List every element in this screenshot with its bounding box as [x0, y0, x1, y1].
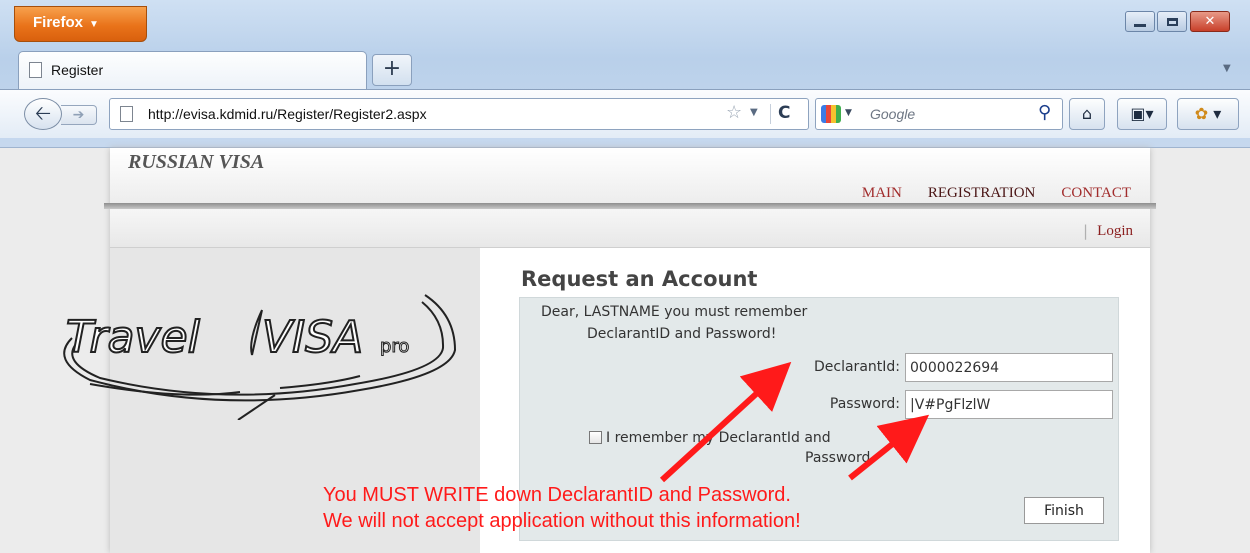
- page-icon: [29, 62, 42, 78]
- nav-registration[interactable]: REGISTRATION: [928, 185, 1036, 201]
- logo-visa-text: VISA: [262, 312, 363, 363]
- remember-label-line2: Password.: [805, 450, 875, 466]
- home-icon: ⌂: [1081, 104, 1093, 123]
- url-divider: [770, 104, 771, 124]
- navigation-toolbar: ➔ 🡠 http://evisa.kdmid.ru/Register/Regis…: [0, 89, 1250, 138]
- remember-label-line1: I remember my DeclarantId and: [606, 430, 831, 446]
- form-message-line2: DeclarantID and Password!: [587, 326, 777, 342]
- forward-arrow-icon: ➔: [72, 107, 85, 123]
- page-icon: [120, 106, 133, 122]
- google-icon[interactable]: [821, 105, 841, 123]
- chevron-down-icon[interactable]: ▼: [845, 108, 852, 118]
- remember-checkbox[interactable]: [589, 431, 602, 444]
- minimize-button[interactable]: [1125, 11, 1155, 32]
- addon-icon: ✿: [1194, 104, 1209, 123]
- close-icon: ✕: [1204, 14, 1216, 29]
- back-button[interactable]: 🡠: [24, 98, 62, 130]
- tab-list-icon[interactable]: ▼: [1223, 63, 1231, 74]
- search-icon[interactable]: ⚲: [1038, 102, 1051, 123]
- tab-title: Register: [51, 62, 104, 78]
- minimize-icon: [1134, 23, 1146, 27]
- url-text[interactable]: http://evisa.kdmid.ru/Register/Register2…: [148, 106, 427, 122]
- site-title: RUSSIAN VISA: [128, 151, 265, 173]
- maximize-button[interactable]: [1157, 11, 1187, 32]
- bookmarks-button[interactable]: ▣▾: [1117, 98, 1167, 130]
- back-arrow-icon: 🡠: [34, 101, 52, 125]
- declarant-id-label: DeclarantId:: [814, 359, 900, 375]
- new-tab-button[interactable]: +: [372, 54, 412, 86]
- star-icon[interactable]: ☆: [726, 102, 742, 123]
- password-label: Password:: [829, 396, 900, 412]
- url-bar[interactable]: http://evisa.kdmid.ru/Register/Register2…: [109, 98, 809, 130]
- form-message-line1: Dear, LASTNAME you must remember: [541, 304, 808, 320]
- chevron-down-icon[interactable]: ▼: [750, 107, 758, 118]
- search-bar[interactable]: ▼ Google ⚲: [815, 98, 1063, 130]
- firefox-menu-button[interactable]: Firefox ▼: [14, 6, 147, 42]
- site-header: RUSSIAN VISA MAIN REGISTRATION CONTACT: [110, 148, 1150, 203]
- back-forward-group: ➔ 🡠: [24, 98, 104, 130]
- close-window-button[interactable]: ✕: [1190, 11, 1230, 32]
- warning-text-line2: We will not accept application without t…: [323, 510, 801, 532]
- login-link[interactable]: Login: [1097, 223, 1133, 240]
- logo-pro-text: pro: [380, 336, 409, 357]
- nav-main[interactable]: MAIN: [862, 185, 902, 201]
- bookmarks-icon: ▣▾: [1130, 104, 1154, 123]
- logo-travel-text: Travel: [66, 312, 201, 363]
- home-button[interactable]: ⌂: [1069, 98, 1105, 130]
- form-title: Request an Account: [521, 267, 758, 291]
- forward-button[interactable]: ➔: [61, 105, 97, 125]
- travel-visa-pro-logo: Travel VISA pro: [63, 294, 457, 420]
- login-separator: |: [1082, 222, 1088, 240]
- reload-icon[interactable]: C: [778, 103, 790, 123]
- maximize-icon: [1166, 17, 1178, 26]
- finish-button[interactable]: Finish: [1024, 497, 1104, 524]
- warning-text-line1: You MUST WRITE down DeclarantID and Pass…: [323, 484, 791, 506]
- login-row: | Login: [110, 209, 1150, 248]
- search-input[interactable]: Google: [870, 106, 915, 122]
- site-nav: MAIN REGISTRATION CONTACT: [836, 185, 1131, 202]
- tab-register[interactable]: Register: [18, 51, 367, 89]
- addon-button[interactable]: ✿ ▾: [1177, 98, 1239, 130]
- browser-chrome: Firefox ▼ ✕ Register + ▼ ➔ 🡠 http://evisa…: [0, 0, 1250, 148]
- chevron-down-icon: ▼: [89, 19, 99, 30]
- declarant-id-field[interactable]: [905, 353, 1113, 382]
- firefox-menu-label: Firefox: [33, 14, 84, 31]
- password-field[interactable]: [905, 390, 1113, 419]
- nav-contact[interactable]: CONTACT: [1061, 185, 1131, 201]
